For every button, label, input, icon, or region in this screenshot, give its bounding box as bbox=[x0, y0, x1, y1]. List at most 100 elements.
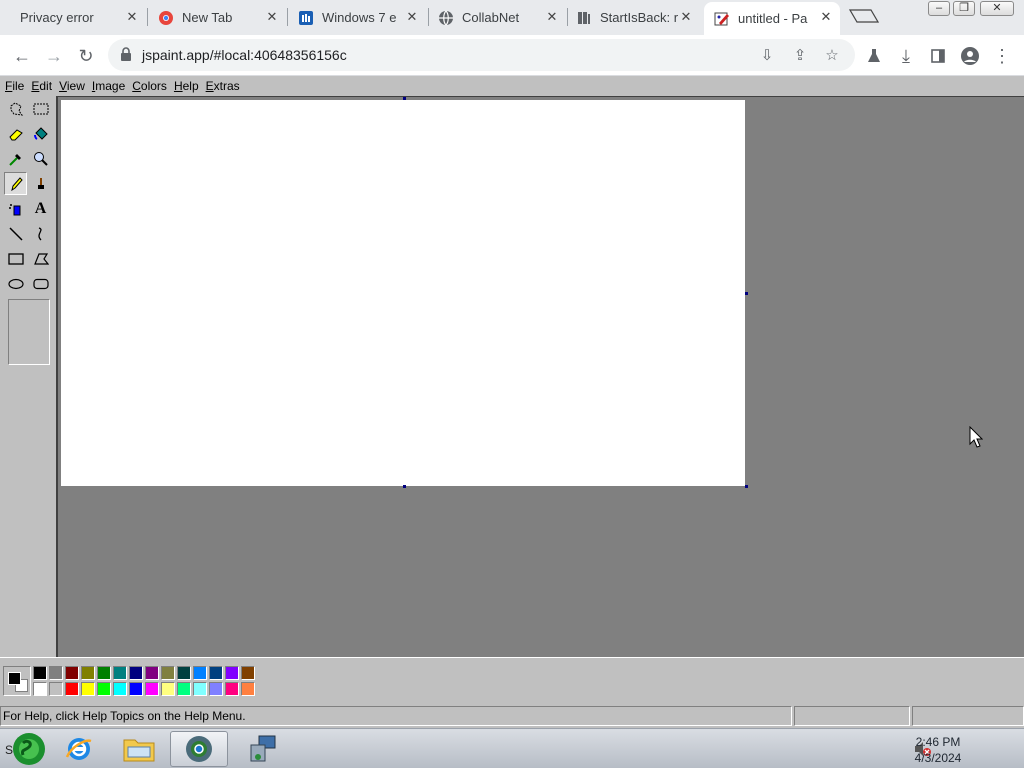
palette-swatch[interactable] bbox=[193, 666, 207, 680]
brush-tool[interactable] bbox=[29, 172, 52, 195]
chart-icon bbox=[298, 10, 314, 26]
palette-swatch[interactable] bbox=[209, 682, 223, 696]
tab-collabnet[interactable]: CollabNet ✕ bbox=[430, 2, 566, 33]
back-icon[interactable]: ← bbox=[10, 44, 34, 68]
labs-flask-icon[interactable] bbox=[862, 44, 886, 68]
palette-swatch[interactable] bbox=[241, 666, 255, 680]
downloads-icon[interactable]: ⤓ bbox=[894, 44, 918, 68]
menu-file[interactable]: File bbox=[1, 77, 27, 96]
palette-swatch[interactable] bbox=[33, 666, 47, 680]
menu-colors[interactable]: Colors bbox=[128, 77, 170, 96]
palette-swatch[interactable] bbox=[49, 666, 63, 680]
palette-swatch[interactable] bbox=[81, 682, 95, 696]
resize-handle-right[interactable] bbox=[745, 292, 748, 295]
reload-icon[interactable]: ↻ bbox=[74, 44, 98, 68]
profile-avatar-icon[interactable] bbox=[958, 44, 982, 68]
foreground-color-swatch[interactable] bbox=[8, 672, 21, 685]
pick-color-tool[interactable] bbox=[4, 147, 27, 170]
palette-swatch[interactable] bbox=[33, 682, 47, 696]
rectangle-select-tool[interactable] bbox=[29, 97, 52, 120]
palette-swatch[interactable] bbox=[193, 682, 207, 696]
palette-swatch[interactable] bbox=[65, 682, 79, 696]
menu-edit[interactable]: Edit bbox=[27, 77, 55, 96]
palette-swatch[interactable] bbox=[129, 666, 143, 680]
close-icon[interactable]: ✕ bbox=[124, 9, 140, 25]
tab-untitled-paint[interactable]: untitled - Pa ✕ bbox=[704, 2, 840, 35]
current-colors-box[interactable] bbox=[3, 666, 31, 696]
side-panel-icon[interactable] bbox=[926, 44, 950, 68]
close-icon[interactable]: ✕ bbox=[818, 9, 834, 25]
polygon-tool[interactable] bbox=[29, 247, 52, 270]
menu-image[interactable]: Image bbox=[88, 77, 128, 96]
tab-windows-7[interactable]: Windows 7 e ✕ bbox=[290, 2, 426, 33]
text-tool[interactable]: A bbox=[29, 197, 52, 220]
eyedropper-icon bbox=[8, 153, 21, 166]
free-form-select-tool[interactable] bbox=[4, 97, 27, 120]
tab-new-tab[interactable]: New Tab ✕ bbox=[150, 2, 286, 33]
start-button[interactable]: S bbox=[0, 731, 50, 767]
menu-label: ile bbox=[12, 79, 25, 93]
ellipse-tool[interactable] bbox=[4, 272, 27, 295]
url-text[interactable]: jspaint.app/#local:40648356156c bbox=[142, 47, 347, 63]
resize-handle-corner[interactable] bbox=[745, 485, 748, 488]
pencil-tool[interactable] bbox=[4, 172, 27, 195]
palette-swatch[interactable] bbox=[161, 666, 175, 680]
palette-swatch[interactable] bbox=[97, 682, 111, 696]
drawing-canvas[interactable] bbox=[61, 100, 745, 486]
menu-help[interactable]: Help bbox=[170, 77, 202, 96]
rectangle-tool[interactable] bbox=[4, 247, 27, 270]
forward-icon[interactable]: → bbox=[42, 44, 66, 68]
palette-swatch[interactable] bbox=[225, 682, 239, 696]
tab-privacy-error[interactable]: Privacy error ✕ bbox=[8, 2, 146, 33]
menu-view[interactable]: View bbox=[55, 77, 88, 96]
close-icon[interactable]: ✕ bbox=[544, 9, 560, 25]
palette-swatch[interactable] bbox=[113, 682, 127, 696]
taskbar-network-app[interactable] bbox=[234, 731, 292, 767]
palette-swatch[interactable] bbox=[161, 682, 175, 696]
taskbar-chrome[interactable] bbox=[170, 731, 228, 767]
install-app-icon[interactable]: ⇩ bbox=[758, 47, 776, 65]
palette-swatch[interactable] bbox=[177, 682, 191, 696]
curve-tool[interactable] bbox=[29, 222, 52, 245]
palette-swatch[interactable] bbox=[241, 682, 255, 696]
tool-options-box[interactable] bbox=[8, 299, 50, 365]
palette-swatch[interactable] bbox=[145, 666, 159, 680]
menu-kebab-icon[interactable]: ⋮ bbox=[990, 44, 1014, 68]
close-icon[interactable]: ✕ bbox=[404, 9, 420, 25]
address-bar[interactable]: jspaint.app/#local:40648356156c ⇩ ⇪ ☆ bbox=[108, 39, 855, 71]
palette-swatch[interactable] bbox=[145, 682, 159, 696]
airbrush-tool[interactable] bbox=[4, 197, 27, 220]
palette-swatch[interactable] bbox=[65, 666, 79, 680]
tab-startisback[interactable]: StartIsBack: r ✕ bbox=[570, 2, 700, 33]
taskbar-file-explorer[interactable] bbox=[110, 731, 168, 767]
canvas-workspace bbox=[56, 96, 1024, 657]
palette-swatch[interactable] bbox=[225, 666, 239, 680]
bookmark-star-icon[interactable]: ☆ bbox=[823, 47, 841, 65]
palette-swatch[interactable] bbox=[97, 666, 111, 680]
minimize-button[interactable]: – bbox=[928, 1, 950, 16]
lock-icon[interactable] bbox=[120, 47, 132, 61]
share-icon[interactable]: ⇪ bbox=[791, 47, 809, 65]
eraser-tool[interactable] bbox=[4, 122, 27, 145]
palette-swatch[interactable] bbox=[129, 682, 143, 696]
fill-with-color-tool[interactable] bbox=[29, 122, 52, 145]
taskbar-internet-explorer[interactable] bbox=[50, 731, 108, 767]
tab-separator bbox=[147, 8, 148, 26]
new-tab-icon[interactable] bbox=[848, 9, 880, 23]
magnifier-tool[interactable] bbox=[29, 147, 52, 170]
resize-handle-bottom[interactable] bbox=[403, 485, 406, 488]
menu-extras[interactable]: Extras bbox=[202, 77, 243, 96]
close-icon[interactable]: ✕ bbox=[264, 9, 280, 25]
palette-swatch[interactable] bbox=[81, 666, 95, 680]
system-clock[interactable]: 2:46 PM 4/3/2024 bbox=[908, 734, 968, 766]
close-icon[interactable]: ✕ bbox=[678, 9, 694, 25]
palette-swatch[interactable] bbox=[49, 682, 63, 696]
rounded-rectangle-tool[interactable] bbox=[29, 272, 52, 295]
line-tool[interactable] bbox=[4, 222, 27, 245]
palette-swatch[interactable] bbox=[177, 666, 191, 680]
restore-button[interactable]: ❐ bbox=[953, 1, 975, 16]
palette-swatch[interactable] bbox=[113, 666, 127, 680]
close-window-button[interactable]: ✕ bbox=[980, 1, 1014, 16]
palette-swatch[interactable] bbox=[209, 666, 223, 680]
resize-handle-top[interactable] bbox=[403, 97, 406, 100]
